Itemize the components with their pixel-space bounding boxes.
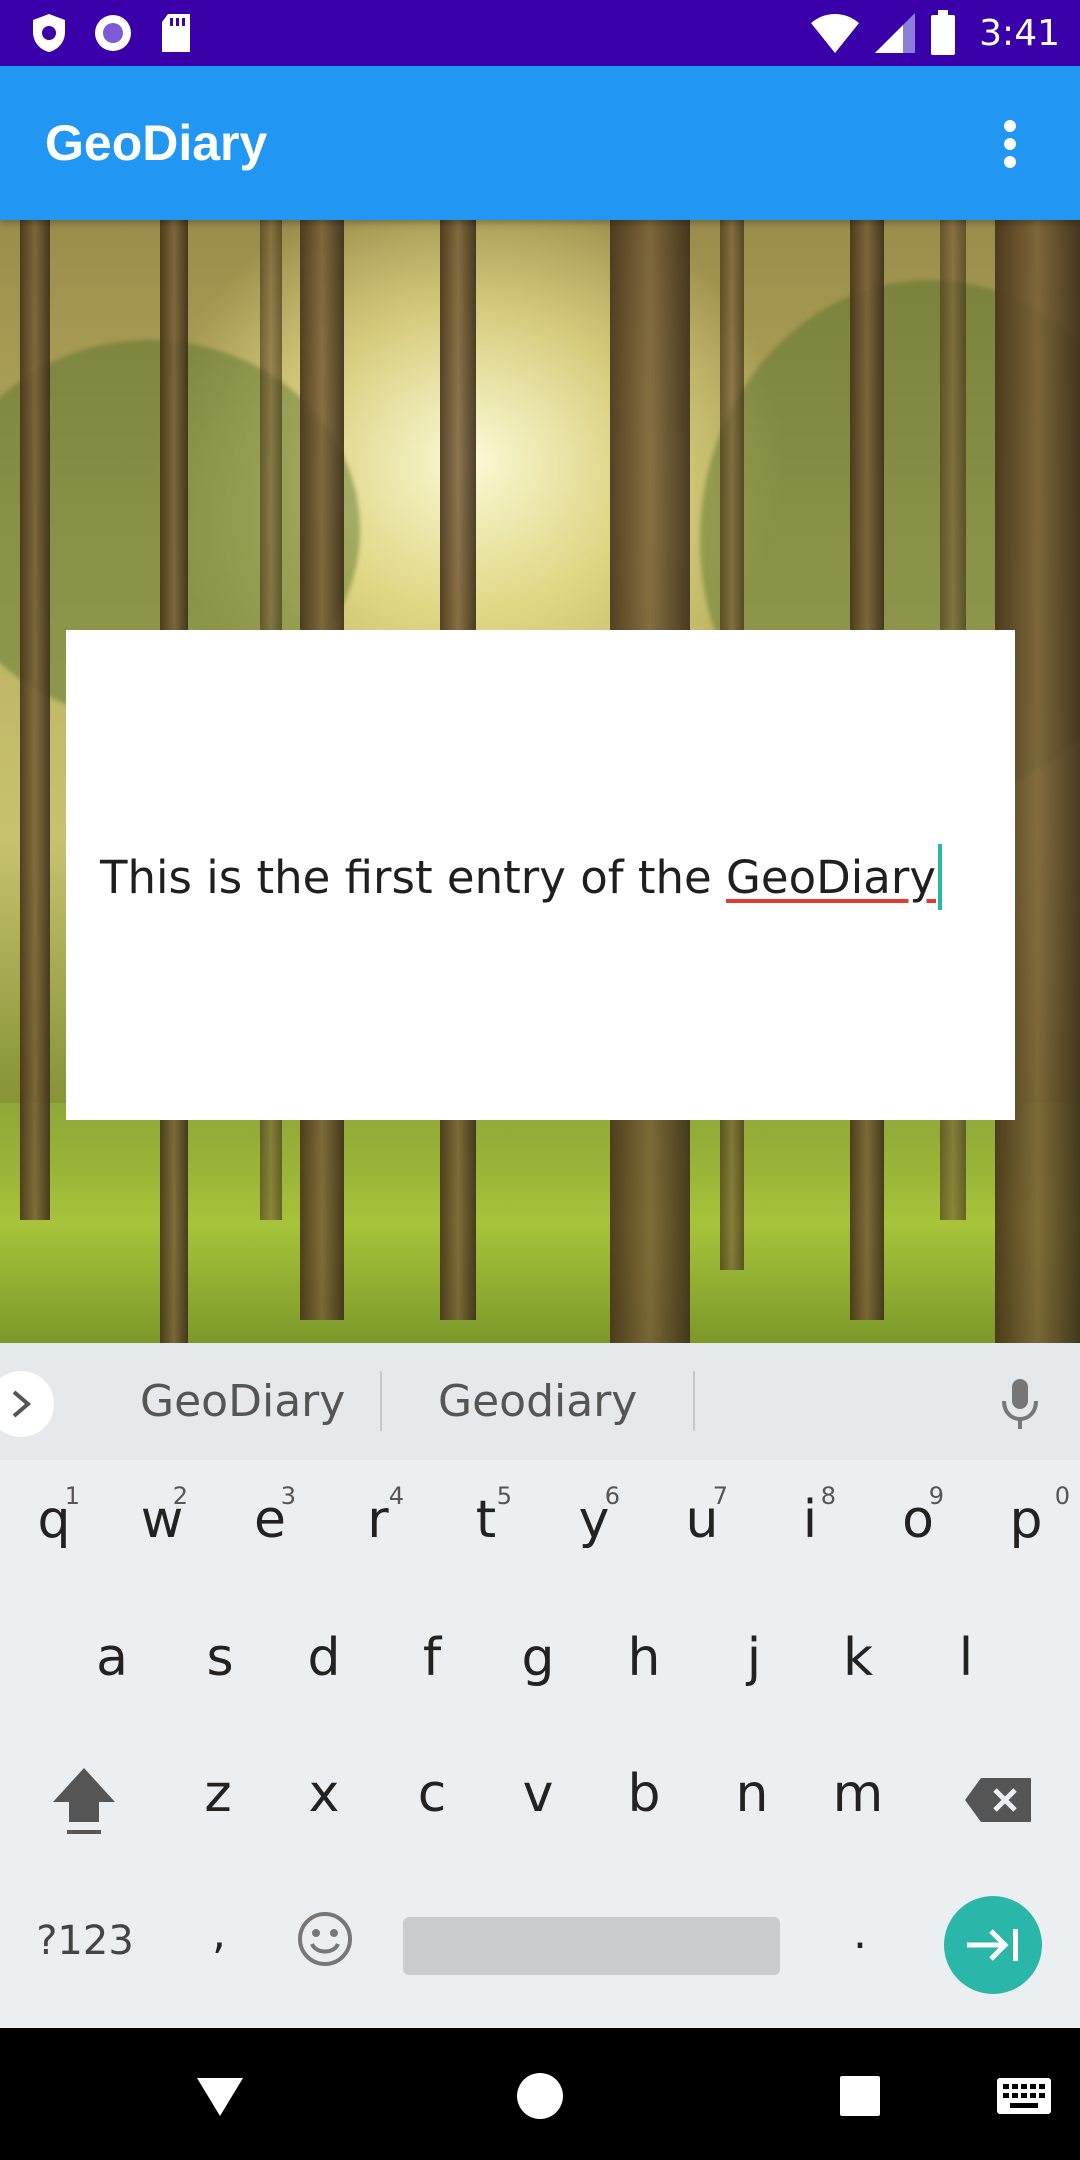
key-y[interactable]: y6 [540, 1482, 648, 1550]
key-row-1: q1 w2 e3 r4 t5 y6 u7 i8 o9 p0 [0, 1460, 1080, 1600]
text-cursor [937, 844, 942, 910]
navigation-bar [0, 2028, 1080, 2160]
comma-key[interactable]: , [165, 1908, 273, 1959]
back-icon[interactable] [180, 2056, 260, 2136]
symbols-key[interactable]: ?123 [20, 1918, 150, 1964]
key-k[interactable]: k [804, 1628, 912, 1688]
key-d[interactable]: d [270, 1628, 378, 1688]
wifi-icon [811, 14, 860, 53]
key-w[interactable]: w2 [108, 1482, 216, 1550]
shift-icon[interactable] [30, 1764, 138, 1844]
tab-arrow-icon [967, 1929, 1018, 1961]
suggestion-2[interactable]: Geodiary [438, 1376, 637, 1427]
emoji-icon[interactable] [290, 1910, 360, 1980]
circle-notification-icon [95, 15, 131, 51]
key-z[interactable]: z [164, 1764, 272, 1824]
key-o[interactable]: o9 [864, 1482, 972, 1550]
key-x[interactable]: x [270, 1764, 378, 1824]
suggestion-1[interactable]: GeoDiary [140, 1376, 345, 1427]
key-h[interactable]: h [590, 1628, 698, 1688]
diary-entry-input[interactable]: This is the first entry of the GeoDiary [100, 844, 942, 914]
backspace-icon[interactable] [944, 1776, 1052, 1836]
key-u[interactable]: u7 [648, 1482, 756, 1550]
period-key[interactable]: . [806, 1908, 914, 1959]
more-vert-icon[interactable] [970, 104, 1050, 184]
key-r[interactable]: r4 [324, 1482, 432, 1550]
key-g[interactable]: g [484, 1628, 592, 1688]
key-v[interactable]: v [484, 1764, 592, 1824]
signal-icon [875, 13, 916, 53]
battery-icon [931, 10, 956, 55]
expand-toolbar-button[interactable] [0, 1371, 54, 1437]
home-icon[interactable] [500, 2056, 580, 2136]
key-p[interactable]: p0 [972, 1482, 1080, 1550]
key-j[interactable]: j [700, 1628, 808, 1688]
key-t[interactable]: t5 [432, 1482, 540, 1550]
recents-icon[interactable] [820, 2056, 900, 2136]
entry-text-misspelled: GeoDiary [726, 851, 936, 904]
key-row-3: z x c v b n m [0, 1736, 1080, 1872]
key-e[interactable]: e3 [216, 1482, 324, 1550]
diary-entry-card[interactable]: This is the first entry of the GeoDiary [66, 630, 1015, 1120]
entry-text-plain: This is the first entry of the [100, 851, 727, 904]
key-b[interactable]: b [590, 1764, 698, 1824]
key-n[interactable]: n [698, 1764, 806, 1824]
key-i[interactable]: i8 [756, 1482, 864, 1550]
space-bar[interactable] [403, 1917, 780, 1975]
key-s[interactable]: s [166, 1628, 274, 1688]
sd-card-icon [162, 14, 190, 52]
clock: 3:41 [979, 12, 1060, 54]
key-l[interactable]: l [912, 1628, 1020, 1688]
app-title: GeoDiary [45, 115, 268, 171]
next-action-button[interactable] [944, 1896, 1042, 1994]
key-q[interactable]: q1 [0, 1482, 108, 1550]
soft-keyboard: GeoDiary Geodiary q1 w2 e3 r4 t5 y6 u7 i… [0, 1343, 1080, 2028]
key-f[interactable]: f [378, 1628, 486, 1688]
status-bar: 3:41 [0, 0, 1080, 66]
key-row-2: a s d f g h j k l [0, 1600, 1080, 1736]
key-m[interactable]: m [804, 1764, 912, 1824]
microphone-icon[interactable] [990, 1373, 1050, 1433]
shield-notification-icon [33, 14, 65, 52]
app-bar: GeoDiary [0, 66, 1080, 220]
key-a[interactable]: a [58, 1628, 166, 1688]
keyboard-switch-icon[interactable] [984, 2056, 1064, 2136]
key-c[interactable]: c [378, 1764, 486, 1824]
suggestion-bar: GeoDiary Geodiary [0, 1343, 1080, 1460]
